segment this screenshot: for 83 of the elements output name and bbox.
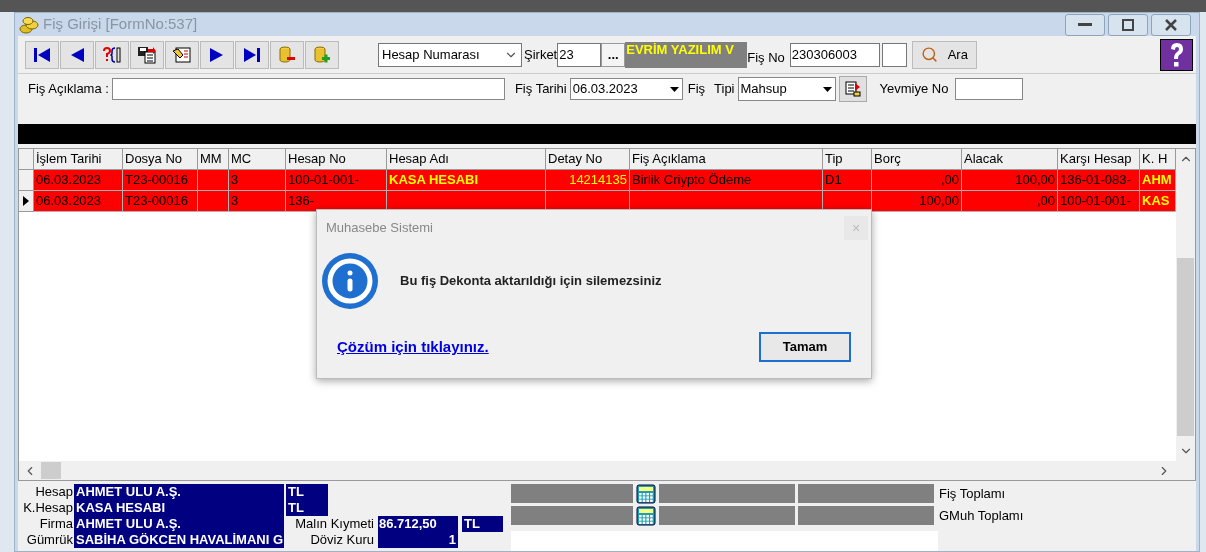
currency-field: TL [286,500,328,516]
date-picker[interactable]: 06.03.2023 [569,78,683,100]
toolbar-button[interactable] [95,40,129,69]
summary-field: KASA HESABI [74,500,284,516]
toolbar-button[interactable] [60,40,94,69]
summary-label: Malın Kıymeti [294,516,375,532]
help-icon[interactable] [1168,41,1185,68]
close-icon [1165,18,1177,31]
summary-label: K.Hesap [22,500,74,516]
info-icon [322,253,378,309]
toolbar-button[interactable] [130,40,164,69]
total-label: GMuh Toplamı [939,506,1024,525]
previous-icon [69,46,85,63]
database-plus-icon [313,45,331,64]
table-cell: 100-01-001- [1058,191,1140,212]
voucher-type-label: Tipi [714,80,735,99]
toolbar-button[interactable] [235,40,269,69]
toolbar-button[interactable] [25,40,59,69]
window-title: Fiş Girişi [FormNo:537] [43,14,198,35]
summary-field: 1 [378,532,458,548]
company-code-field[interactable]: 23 [557,42,602,67]
search-button[interactable]: Ara [911,40,977,69]
scrollbar-thumb[interactable] [41,462,61,479]
search-by-dropdown[interactable]: Hesap Numarası [378,42,522,67]
summary-field: AHMET ULU A.Ş. [74,516,284,532]
currency-field: TL [462,516,503,532]
company-name-field: EVRİM YAZILIM V [625,41,748,68]
summary-field: 86.712,50 [378,516,458,532]
summary-label: Firma [38,516,74,532]
document-icon [844,81,861,97]
dropdown-arrow-icon [822,86,832,92]
document-button[interactable] [838,76,867,102]
dropdown-arrow-icon [669,86,679,92]
summary-field: SABİHA GÖKCEN HAVALİMANI G [74,532,284,548]
input-field[interactable] [881,42,907,67]
row-indicator[interactable] [19,191,34,212]
summary-label: Gümrük [25,532,74,548]
save-document-icon [137,45,157,64]
close-button[interactable] [1151,13,1191,36]
calculator-icon[interactable] [636,505,656,526]
solution-link[interactable]: Çözüm için tıklayınız. [337,335,489,359]
date-label: Fiş Tarihi [514,80,567,99]
scrollbar-thumb[interactable] [1177,258,1194,436]
toolbar-button[interactable] [165,40,199,69]
first-record-icon [33,46,51,63]
table-cell: 3 [229,191,286,212]
table-cell [198,191,229,212]
summary-field: AHMET ULU A.Ş. [74,484,284,500]
search-icon [920,46,938,63]
description-field[interactable] [111,78,505,100]
table-cell: ,00 [962,191,1058,212]
dialog-message: Bu fiş Dekonta aktarıldığı için silemezsiniz [400,272,662,291]
browse-button[interactable]: ... [601,42,626,67]
voucher-type-label: Fiş [687,80,706,99]
minimize-button[interactable] [1065,13,1105,36]
table-cell: 06.03.2023 [34,191,123,212]
total-label: Fiş Toplamı [939,484,1006,503]
current-row-icon [23,196,29,206]
dialog-title: Muhasebe Sistemi [326,219,433,238]
ok-button[interactable]: Tamam [759,332,851,362]
journal-no-label: Yevmiye No [879,80,949,99]
voucher-no-label: Fiş No [747,48,785,67]
maximize-icon [1122,18,1134,31]
coins-icon [19,15,39,34]
table-cell: T23-00016 [123,191,198,212]
last-record-icon [243,46,261,63]
description-label: Fiş Açıklama : [28,80,109,99]
summary-label: Döviz Kuru [309,532,375,548]
query-icon [102,46,122,63]
voucher-no-field[interactable]: 230306003 [789,42,880,67]
minimize-icon [1078,23,1092,26]
currency-field: TL [286,484,328,500]
edit-hand-icon [172,45,192,64]
summary-label: Hesap [34,484,74,500]
voucher-type-dropdown[interactable]: Mahsup [737,77,836,101]
table-cell: 100,00 [872,191,962,212]
next-icon [209,46,225,63]
journal-no-field[interactable] [955,78,1024,100]
database-minus-icon [278,45,296,64]
maximize-button[interactable] [1108,13,1148,36]
company-label: Şirket [524,45,558,64]
calculator-icon[interactable] [636,483,656,504]
toolbar-button[interactable] [200,40,234,69]
